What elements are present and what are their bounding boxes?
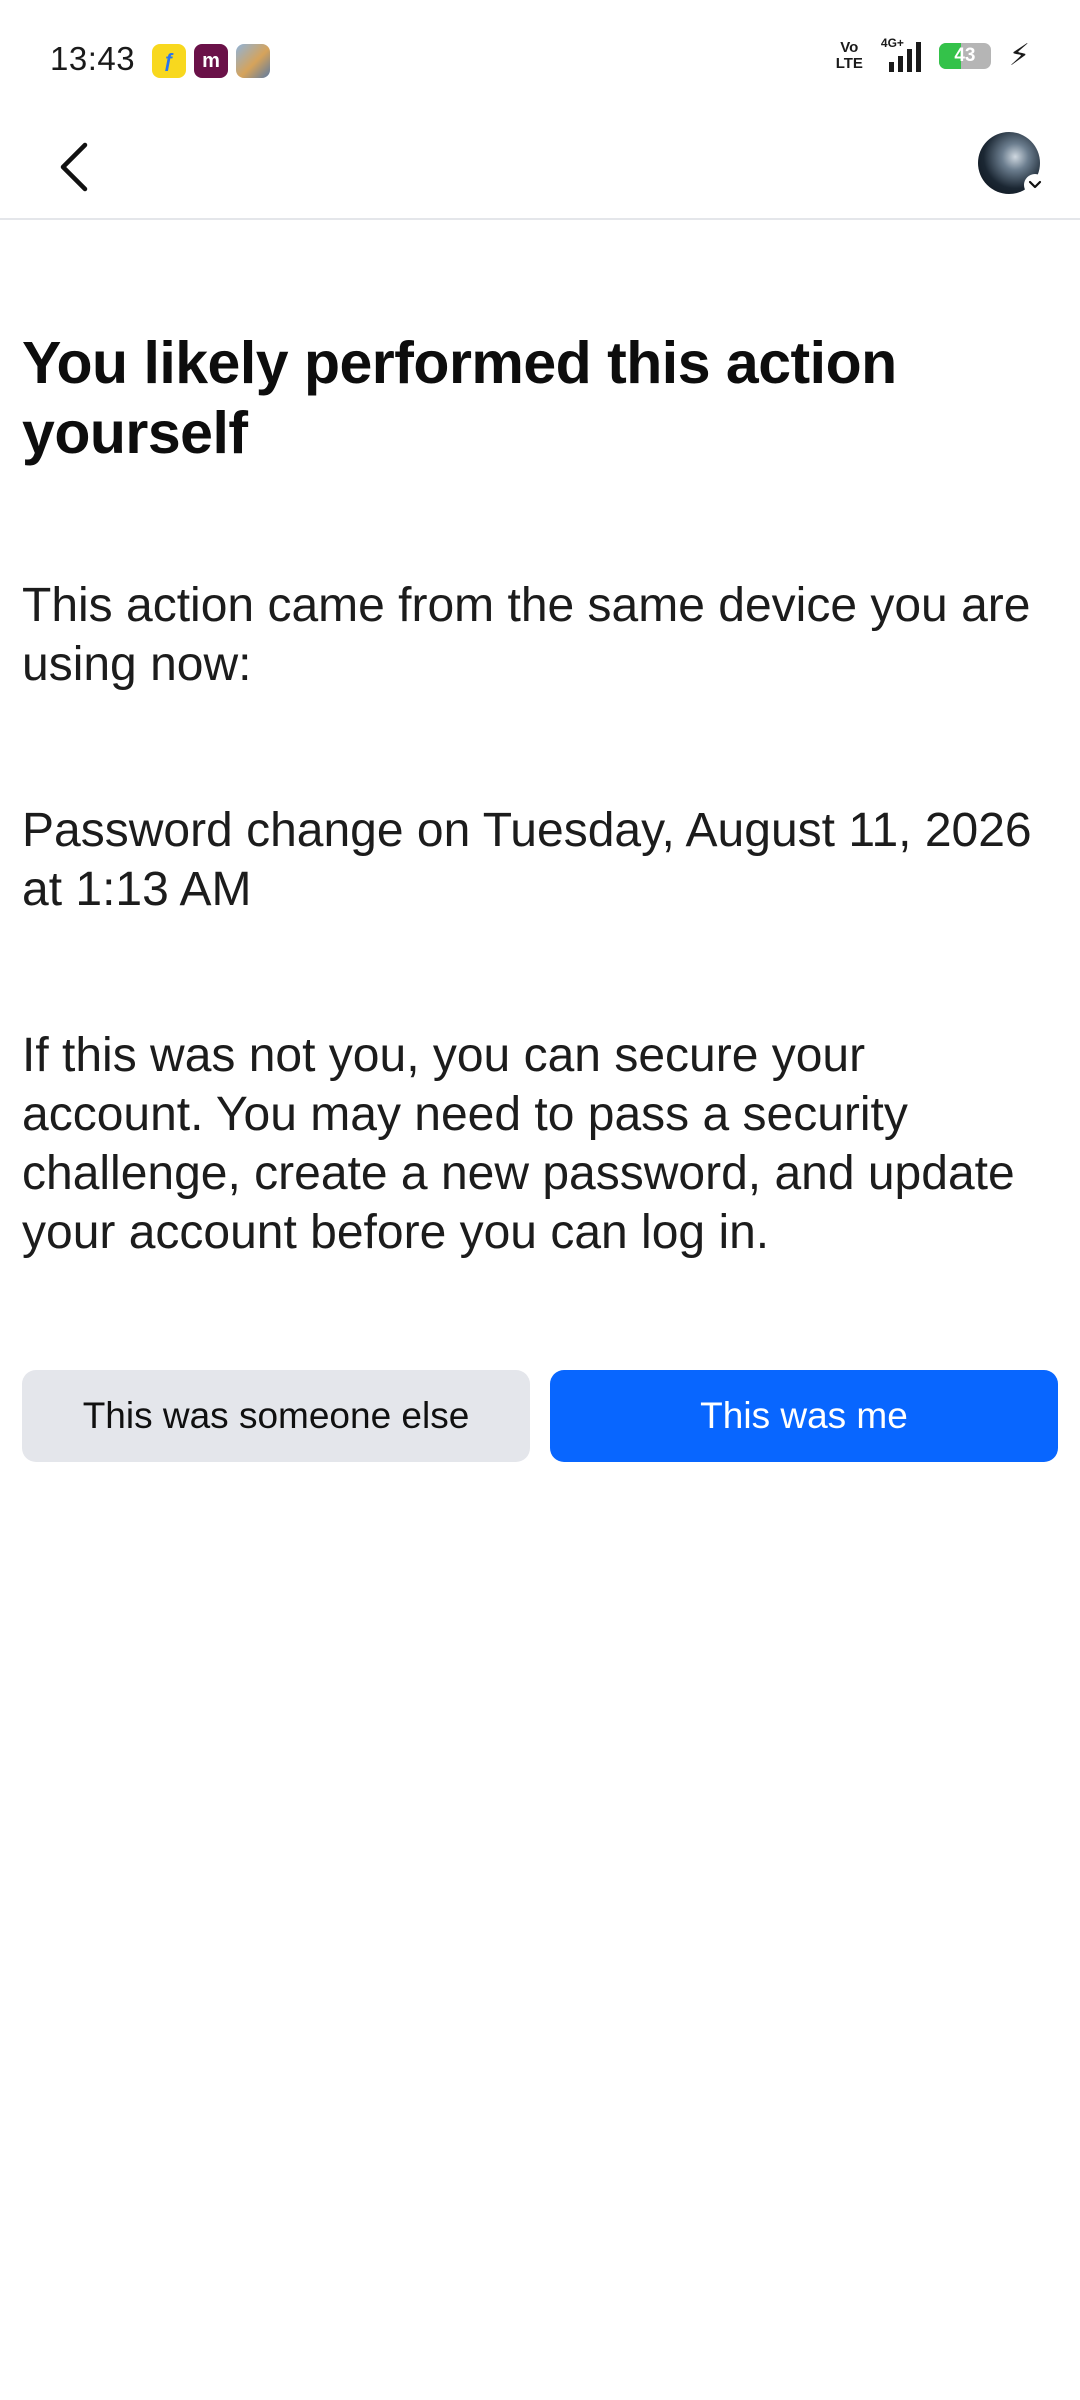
profile-avatar[interactable] (978, 132, 1046, 196)
signal-bar (915, 42, 921, 72)
secure-account-info-text: If this was not you, you can secure your… (22, 1029, 1015, 1259)
this-was-me-button[interactable]: This was me (550, 1370, 1058, 1462)
chevron-down-icon (1024, 174, 1046, 196)
action-buttons: This was someone else This was me (22, 1370, 1058, 1462)
chevron-left-icon (60, 142, 88, 192)
notification-icons: ƒ m (152, 44, 270, 78)
signal-bar (897, 56, 903, 72)
battery-icon: 43 (938, 43, 991, 69)
status-indicators: Vo LTE 4G+ 43 ⚡︎ (836, 36, 1030, 72)
status-time: 13:43 (50, 40, 136, 77)
volte-indicator: Vo LTE (836, 40, 863, 72)
meesho-app-icon: m (194, 44, 228, 78)
page-title: You likely performed this action yoursel… (22, 330, 897, 466)
volte-label-bottom: LTE (835, 55, 863, 72)
this-was-someone-else-button[interactable]: This was someone else (22, 1370, 530, 1462)
action-detail-text: Password change on Tuesday, August 11, 2… (22, 804, 1032, 916)
device-info-text: This action came from the same device yo… (22, 579, 1031, 691)
volte-label-top: Vo (840, 39, 859, 56)
network-type-label: 4G+ (880, 36, 904, 50)
game-app-icon (236, 44, 270, 78)
top-nav-bar (0, 124, 1080, 220)
signal-bar (888, 62, 894, 72)
signal-bar (906, 49, 912, 72)
flipkart-app-icon: ƒ (152, 44, 186, 78)
status-bar: 13:43 ƒ m Vo LTE 4G+ 43 ⚡︎ (0, 0, 1080, 124)
battery-percentage: 43 (954, 45, 976, 66)
back-button[interactable] (44, 132, 104, 202)
charging-bolt-icon: ⚡︎ (1008, 39, 1030, 72)
signal-strength-icon: 4G+ (881, 36, 921, 72)
